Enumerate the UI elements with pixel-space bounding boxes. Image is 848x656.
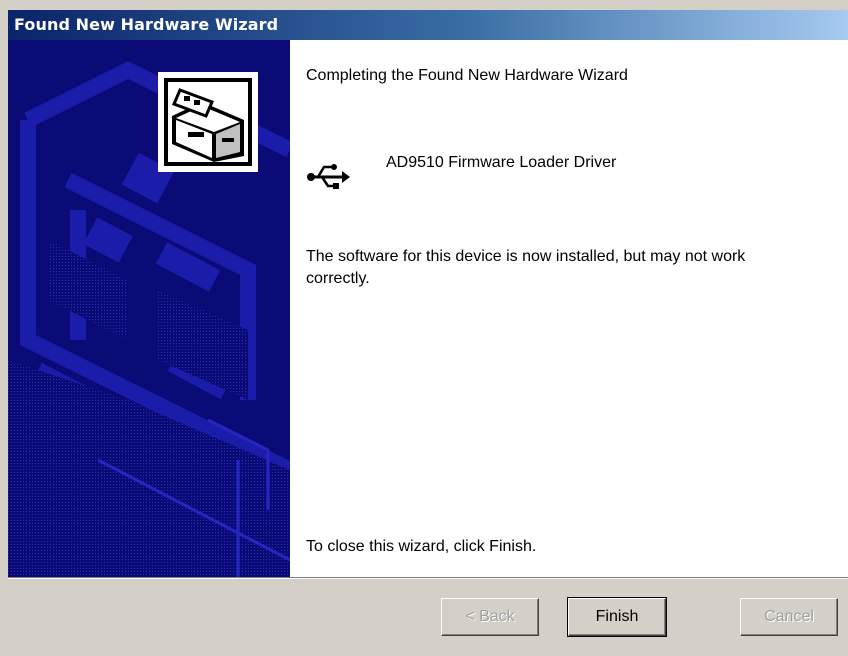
wizard-content: Completing the Found New Hardware Wizard… bbox=[8, 40, 848, 577]
finish-button[interactable]: Finish bbox=[567, 597, 667, 637]
button-separator bbox=[8, 577, 848, 579]
usb-icon bbox=[306, 162, 350, 190]
installed-device: AD9510 Firmware Loader Driver bbox=[306, 150, 806, 200]
device-name: AD9510 Firmware Loader Driver bbox=[386, 154, 617, 171]
install-status-message: The software for this device is now inst… bbox=[306, 248, 746, 287]
window-title: Found New Hardware Wizard bbox=[14, 15, 279, 34]
close-instructions: To close this wizard, click Finish. bbox=[306, 538, 537, 555]
title-bar[interactable]: Found New Hardware Wizard bbox=[8, 10, 848, 40]
back-button[interactable]: < Back bbox=[441, 598, 539, 636]
wizard-window: Found New Hardware Wizard Completing the… bbox=[0, 0, 848, 656]
cancel-button[interactable]: Cancel bbox=[740, 598, 838, 636]
wizard-heading: Completing the Found New Hardware Wizard bbox=[306, 67, 628, 84]
wizard-side-graphic bbox=[8, 40, 290, 577]
hardware-wizard-icon bbox=[158, 72, 258, 172]
